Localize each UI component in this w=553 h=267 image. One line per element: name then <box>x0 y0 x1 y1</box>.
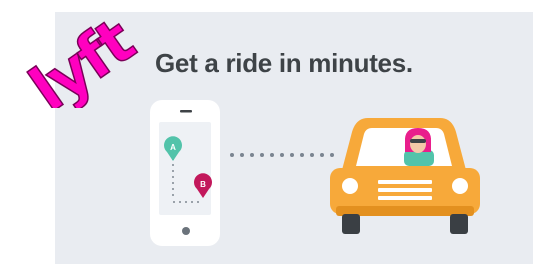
car-icon <box>330 118 480 234</box>
pin-a-label: A <box>170 143 176 152</box>
phone-icon <box>150 100 220 246</box>
lyft-logo-text: lyft <box>17 4 148 108</box>
driver-icon <box>404 128 434 166</box>
lyft-logo: lyft <box>16 3 148 108</box>
pin-b-label: B <box>200 180 206 189</box>
dotted-connector <box>230 153 334 157</box>
